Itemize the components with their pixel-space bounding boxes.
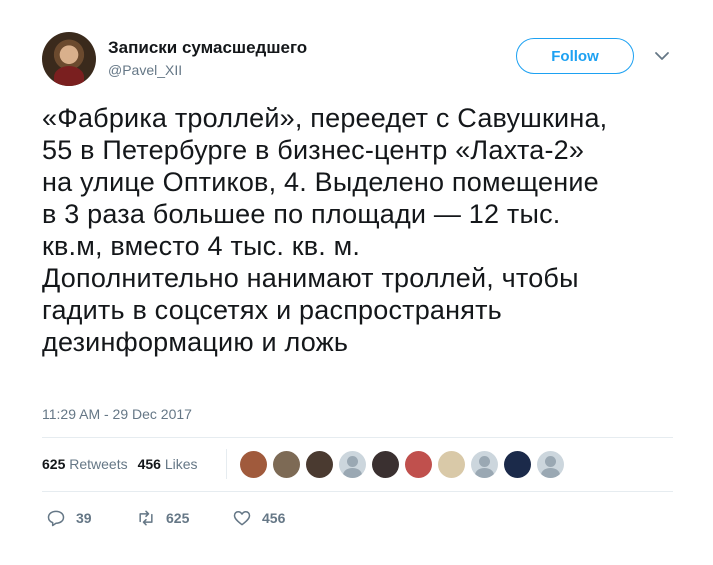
retweets-label: Retweets [69,456,128,472]
liker-avatar[interactable] [339,451,366,478]
stats-separator [226,449,227,479]
liker-avatar[interactable] [504,451,531,478]
tweet-line: в 3 раза большее по площади — 12 тыс. [42,199,561,229]
liker-avatar[interactable] [372,451,399,478]
tweet-line: 55 в Петербурге в бизнес-центр «Лахта-2» [42,135,585,165]
tweet-stats: 625 Retweets 456 Likes [42,456,198,472]
reply-count: 39 [76,510,92,526]
tweet-line: кв.м, вместо 4 тыс. кв. м. [42,231,361,261]
liker-avatar[interactable] [273,451,300,478]
reply-button[interactable]: 39 [46,508,136,528]
user-handle[interactable]: @Pavel_XII [108,62,182,78]
avatar[interactable] [42,32,96,86]
liker-avatar[interactable] [438,451,465,478]
retweet-icon [139,510,153,526]
divider [42,437,673,438]
like-count: 456 [262,510,286,526]
tweet-line: Дополнительно нанимают троллей, чтобы [42,263,579,293]
likers-avatars [240,451,564,478]
liker-avatar[interactable] [306,451,333,478]
retweet-button[interactable]: 625 [136,508,232,528]
tweet-text: «Фабрика троллей», переедет с Савушкина,… [42,102,682,358]
liker-avatar[interactable] [537,451,564,478]
liker-avatar[interactable] [471,451,498,478]
tweet-line: на улице Оптиков, 4. Выделено помещение [42,167,599,197]
heart-icon [233,511,251,526]
liker-avatar[interactable] [405,451,432,478]
retweet-count: 625 [166,510,190,526]
likes-stat[interactable]: 456 Likes [138,456,198,472]
display-name[interactable]: Записки сумасшедшего [108,38,307,58]
chevron-down-icon[interactable] [652,46,672,66]
tweet-line: дезинформацию и ложь [42,327,349,357]
retweets-count: 625 [42,456,66,472]
likes-count: 456 [137,456,161,472]
tweet-actions: 39 625 456 [46,508,285,528]
tweet-line: гадить в соцсетях и распространять [42,295,502,325]
divider [42,491,673,492]
reply-icon [47,510,65,527]
likes-label: Likes [164,456,198,472]
like-button[interactable]: 456 [232,508,285,528]
retweets-stat[interactable]: 625 Retweets [42,456,128,472]
follow-button[interactable]: Follow [516,38,634,74]
liker-avatar[interactable] [240,451,267,478]
tweet-timestamp[interactable]: 11:29 AM - 29 Dec 2017 [42,406,192,422]
tweet-line: «Фабрика троллей», переедет с Савушкина, [42,103,608,133]
